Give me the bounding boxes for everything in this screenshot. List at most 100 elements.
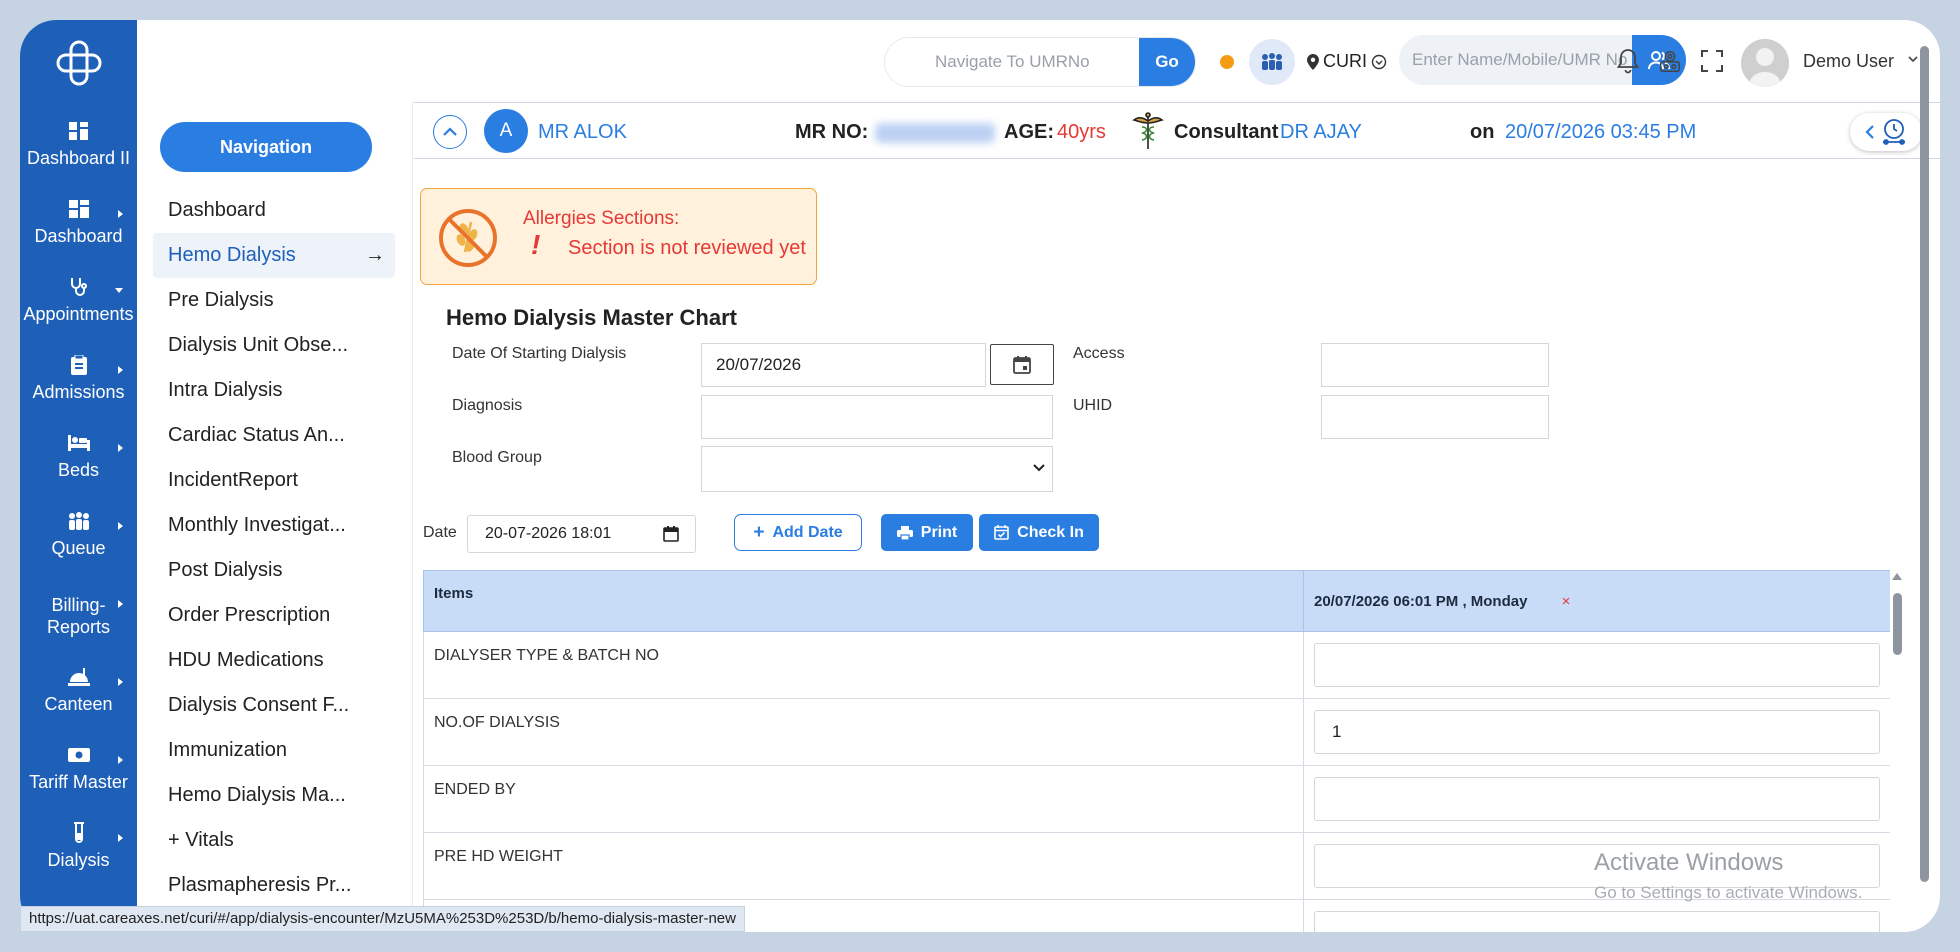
clock-history-icon bbox=[1883, 119, 1905, 145]
allergy-title: Allergies Sections: bbox=[523, 208, 680, 229]
date-time-input[interactable]: 20-07-2026 18:01 bbox=[467, 515, 696, 553]
row-item-label: NO.OF DIALYSIS bbox=[423, 698, 1304, 766]
nav-item-cardiac-status-an[interactable]: Cardiac Status An... bbox=[153, 413, 395, 458]
location-selector[interactable]: CURI bbox=[1307, 51, 1387, 72]
page-scrollbar[interactable] bbox=[1918, 46, 1930, 886]
row-item-label: DIALYSER TYPE & BATCH NO bbox=[423, 631, 1304, 699]
rail-item-dialysis[interactable]: Dialysis bbox=[20, 808, 137, 886]
blood-group-label: Blood Group bbox=[452, 449, 542, 466]
calendar-icon[interactable] bbox=[663, 526, 679, 542]
nav-item-immunization[interactable]: Immunization bbox=[153, 728, 395, 773]
nav-item-dashboard[interactable]: Dashboard bbox=[153, 188, 395, 233]
rail-item-billing-reports[interactable]: Billing- Reports bbox=[20, 574, 137, 652]
collapse-button[interactable] bbox=[433, 115, 467, 149]
nav-item-dialysis-unit-obse[interactable]: Dialysis Unit Obse... bbox=[153, 323, 395, 368]
app-logo[interactable] bbox=[20, 20, 137, 106]
rail-item-dashboard-ii[interactable]: Dashboard II bbox=[20, 106, 137, 184]
caret-down-icon bbox=[115, 288, 123, 293]
nav-item-order-prescription[interactable]: Order Prescription bbox=[153, 593, 395, 638]
date-start-label: Date Of Starting Dialysis bbox=[452, 345, 627, 362]
rail-item-appointments[interactable]: Appointments bbox=[20, 262, 137, 340]
nav-item-plasmapheresis-pr[interactable]: Plasmapheresis Pr... bbox=[153, 863, 395, 908]
age-value: 40yrs bbox=[1057, 121, 1106, 143]
patient-name[interactable]: MR ALOK bbox=[538, 121, 627, 144]
date-column-header: 20/07/2026 06:01 PM , Monday × bbox=[1303, 570, 1890, 632]
diagnosis-label: Diagnosis bbox=[452, 397, 523, 414]
date-start-input[interactable]: 20/07/2026 bbox=[701, 343, 986, 387]
history-toggle-button[interactable] bbox=[1850, 113, 1922, 151]
grid-scroll-thumb[interactable] bbox=[1893, 593, 1902, 655]
uhid-label: UHID bbox=[1073, 397, 1113, 414]
status-bar-url: https://uat.careaxes.net/curi/#/app/dial… bbox=[20, 906, 745, 932]
umr-input[interactable] bbox=[885, 38, 1135, 86]
nav-item-hemo-dialysis[interactable]: Hemo Dialysis → bbox=[153, 233, 395, 278]
caret-right-icon bbox=[118, 834, 123, 842]
page-scroll-thumb[interactable] bbox=[1920, 46, 1929, 882]
diagnosis-input[interactable] bbox=[701, 395, 1053, 439]
items-column-header: Items bbox=[423, 570, 1304, 632]
print-button[interactable]: Print bbox=[881, 514, 973, 551]
rail-item-dashboard[interactable]: Dashboard bbox=[20, 184, 137, 262]
rail-item-admissions[interactable]: Admissions bbox=[20, 340, 137, 418]
nav-item-incidentreport[interactable]: IncidentReport bbox=[153, 458, 395, 503]
money-icon bbox=[67, 745, 90, 765]
caret-right-icon bbox=[118, 210, 123, 218]
exclamation-icon: ! bbox=[531, 229, 541, 260]
rail-item-tariff-master[interactable]: Tariff Master bbox=[20, 730, 137, 808]
nav-item-label: Monthly Investigat... bbox=[168, 514, 346, 536]
grid-scrollbar[interactable] bbox=[1890, 573, 1904, 925]
scroll-up-arrow-icon[interactable] bbox=[1892, 573, 1902, 580]
chevron-down-circle-icon bbox=[1371, 54, 1387, 69]
add-date-button[interactable]: + Add Date bbox=[734, 514, 862, 551]
consultant-label: Consultant bbox=[1174, 121, 1279, 143]
nav-item-hemo-dialysis-ma[interactable]: Hemo Dialysis Ma... bbox=[153, 773, 395, 818]
row-value-cell: 1 bbox=[1303, 698, 1890, 766]
row-value-input[interactable] bbox=[1314, 911, 1880, 932]
rail-item-queue[interactable]: Queue bbox=[20, 496, 137, 574]
bell-icon[interactable] bbox=[1615, 48, 1641, 74]
date-column-label: 20/07/2026 06:01 PM , Monday bbox=[1314, 592, 1528, 610]
patient-header: A MR ALOK MR NO: AGE: 40yrs Consultant D… bbox=[414, 102, 1940, 159]
nav-item-monthly-investigat[interactable]: Monthly Investigat... bbox=[153, 503, 395, 548]
nav-item-label: Dialysis Consent F... bbox=[168, 694, 350, 716]
settings-gears-icon[interactable] bbox=[1657, 48, 1683, 74]
fullscreen-icon[interactable] bbox=[1699, 48, 1725, 74]
row-value-input[interactable] bbox=[1314, 777, 1880, 821]
main-content: Allergies Sections: ! Section is not rev… bbox=[414, 160, 1919, 932]
print-label: Print bbox=[920, 523, 958, 541]
add-date-label: Add Date bbox=[772, 523, 843, 541]
check-in-label: Check In bbox=[1017, 523, 1084, 541]
navigation-button[interactable]: Navigation bbox=[160, 122, 372, 172]
rail-item-label: Admissions bbox=[32, 382, 125, 402]
blood-group-select[interactable] bbox=[701, 446, 1053, 492]
check-in-button[interactable]: Check In bbox=[979, 514, 1099, 551]
nav-item-pre-dialysis[interactable]: Pre Dialysis bbox=[153, 278, 395, 323]
calendar-button[interactable] bbox=[990, 344, 1054, 385]
nav-item-hdu-medications[interactable]: HDU Medications bbox=[153, 638, 395, 683]
uhid-input[interactable] bbox=[1321, 395, 1549, 439]
nav-item-vitals[interactable]: + Vitals bbox=[153, 818, 395, 863]
user-avatar[interactable] bbox=[1741, 39, 1789, 87]
queue-group-icon[interactable] bbox=[1249, 39, 1295, 85]
row-value-input[interactable]: 1 bbox=[1314, 710, 1880, 754]
caret-right-icon bbox=[118, 756, 123, 764]
access-input[interactable] bbox=[1321, 343, 1549, 387]
patient-search-input[interactable] bbox=[1399, 35, 1634, 85]
nav-item-intra-dialysis[interactable]: Intra Dialysis bbox=[153, 368, 395, 413]
user-name[interactable]: Demo User bbox=[1803, 51, 1894, 72]
rail-item-label: Dialysis bbox=[47, 850, 110, 870]
rail-item-canteen[interactable]: Canteen bbox=[20, 652, 137, 730]
logo-icon bbox=[56, 40, 101, 86]
test-tube-icon bbox=[68, 822, 90, 843]
nav-item-label: Hemo Dialysis bbox=[168, 244, 296, 266]
rail-item-label: Dashboard II bbox=[26, 148, 131, 168]
row-value-input[interactable] bbox=[1314, 643, 1880, 687]
no-allergy-icon bbox=[439, 209, 497, 267]
rail-item-beds[interactable]: Beds bbox=[20, 418, 137, 496]
go-button[interactable]: Go bbox=[1139, 38, 1195, 86]
nav-item-dialysis-consent-f[interactable]: Dialysis Consent F... bbox=[153, 683, 395, 728]
nav-item-post-dialysis[interactable]: Post Dialysis bbox=[153, 548, 395, 593]
location-name: CURI bbox=[1323, 51, 1367, 71]
nav-item-label: Plasmapheresis Pr... bbox=[168, 874, 352, 896]
remove-column-icon[interactable]: × bbox=[1562, 593, 1571, 610]
